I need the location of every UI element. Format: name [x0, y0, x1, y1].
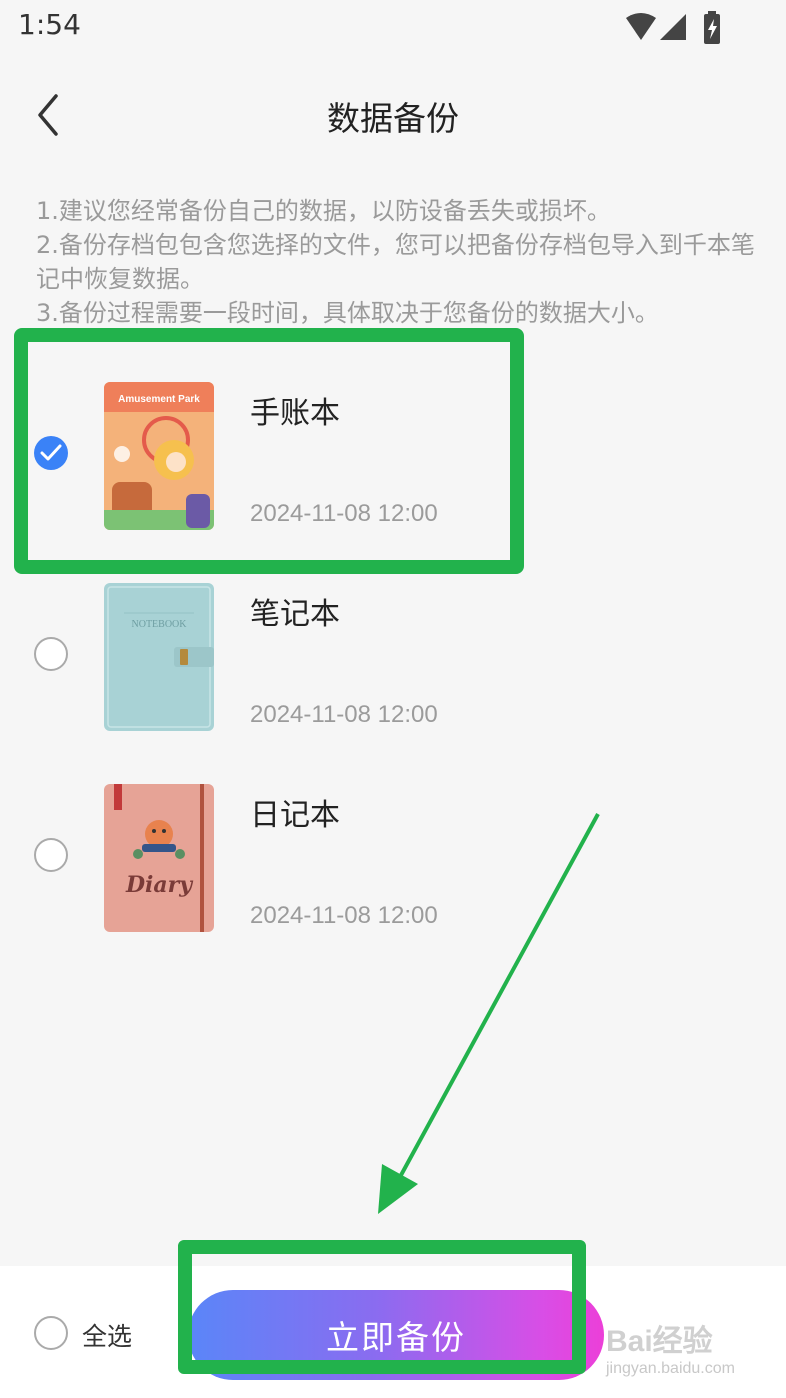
notebook-item-biji[interactable]: NOTEBOOK 笔记本 2024-11-08 12:00: [0, 573, 786, 743]
select-all-label: 全选: [82, 1322, 133, 1351]
battery-icon: [704, 11, 720, 44]
description-line: 1.建议您经常备份自己的数据，以防设备丢失或损坏。: [36, 197, 611, 225]
notebook-item-riji[interactable]: Diary 日记本 2024-11-08 12:00: [0, 774, 786, 944]
wifi-icon: [626, 13, 656, 40]
notebook-cover-image: NOTEBOOK: [104, 583, 214, 731]
select-all-toggle[interactable]: 全选: [34, 1316, 154, 1352]
notebook-checkbox[interactable]: [34, 637, 68, 671]
notebook-checkbox[interactable]: [34, 436, 68, 470]
header: 数据备份: [0, 70, 786, 160]
backup-now-button[interactable]: 立即备份: [188, 1290, 604, 1380]
notebook-cover: NOTEBOOK: [104, 583, 214, 731]
notebook-name: 笔记本: [250, 597, 340, 632]
notebook-cover: Amusement Park: [104, 382, 214, 530]
diary-cover-image: Diary: [104, 784, 214, 932]
notebook-cover: Diary: [104, 784, 214, 932]
notebook-item-shouzhang[interactable]: Amusement Park 手账本 2024-11-08 12:00: [0, 372, 786, 542]
notebook-date: 2024-11-08 12:00: [250, 701, 438, 728]
cover-title-text: Diary: [125, 872, 194, 898]
notebook-name: 日记本: [250, 798, 340, 833]
check-icon: [40, 444, 62, 461]
description-line: 3.备份过程需要一段时间，具体取决于您备份的数据大小。: [36, 299, 659, 327]
cover-title-text: Amusement Park: [118, 394, 200, 405]
amusement-park-cover-image: Amusement Park: [104, 382, 214, 530]
signal-icon: [660, 14, 686, 40]
status-time: 1:54: [18, 8, 81, 41]
description-line: 2.备份存档包包含您选择的文件，您可以把备份存档包导入到千本笔记中恢复数据。: [36, 231, 755, 293]
status-bar: 1:54: [0, 0, 786, 56]
cover-title-text: NOTEBOOK: [132, 619, 188, 630]
notebook-date: 2024-11-08 12:00: [250, 500, 438, 527]
watermark-logo: Bai经验: [606, 1325, 713, 1358]
notebook-checkbox[interactable]: [34, 838, 68, 872]
select-all-checkbox[interactable]: [34, 1316, 68, 1350]
watermark-url: jingyan.baidu.com: [606, 1360, 735, 1377]
backup-description: 1.建议您经常备份自己的数据，以防设备丢失或损坏。 2.备份存档包包含您选择的文…: [36, 194, 756, 330]
notebook-name: 手账本: [250, 396, 340, 431]
page-title: 数据备份: [327, 99, 459, 138]
watermark: Bai经验 jingyan.baidu.com: [606, 1312, 756, 1388]
status-icons: [626, 11, 720, 44]
notebook-date: 2024-11-08 12:00: [250, 902, 438, 929]
